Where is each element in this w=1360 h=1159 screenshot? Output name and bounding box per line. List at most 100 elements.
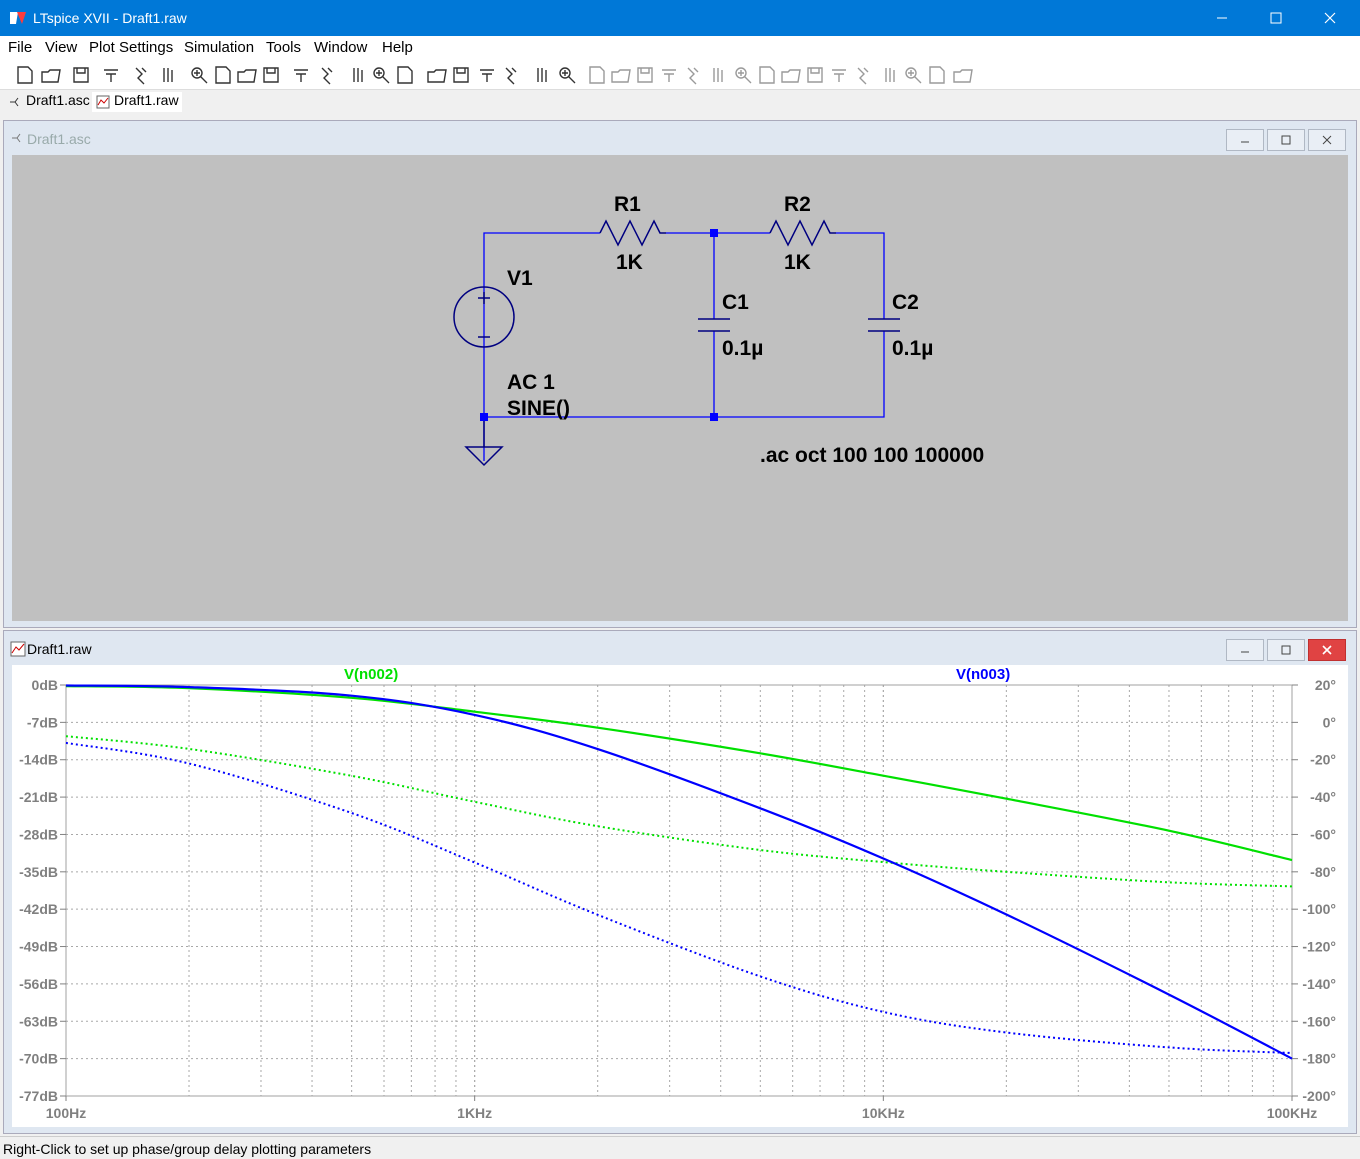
schematic-canvas[interactable]: R1 1K R2 1K C1 0.1µ C2 0.1µ V1 AC 1 SINE… <box>12 155 1348 621</box>
tile-vertical-button[interactable] <box>394 64 416 86</box>
autorange-button[interactable] <box>290 64 312 86</box>
save-button[interactable] <box>70 64 92 86</box>
minimize-button[interactable] <box>1196 0 1248 36</box>
grid-button[interactable] <box>316 64 338 86</box>
restore-icon <box>1281 645 1291 655</box>
maximize-button[interactable] <box>1250 0 1302 36</box>
trace-data-point <box>188 762 190 764</box>
r2-name[interactable]: R2 <box>784 193 811 216</box>
tab-label: Draft1.raw <box>114 92 179 108</box>
capacitor-button[interactable] <box>682 64 704 86</box>
menu-plot-settings[interactable]: Plot Settings <box>89 39 173 56</box>
tab-draft1-asc[interactable]: Draft1.asc <box>4 92 90 112</box>
waveform-close-button[interactable] <box>1308 639 1346 661</box>
undo-button[interactable] <box>828 64 850 86</box>
close-button[interactable] <box>1304 0 1356 36</box>
tile-horizontal-button[interactable] <box>346 64 368 86</box>
waveform-plot[interactable]: 0dB -7dB -14dB -21dB -28dB -35dB -42dB -49dB -56… <box>12 665 1348 1127</box>
zoom-out-icon <box>237 69 257 83</box>
print-setup-button[interactable] <box>556 64 578 86</box>
find-icon <box>505 67 517 85</box>
x-tick-label: 10KHz <box>862 1105 905 1121</box>
schematic-background <box>12 155 1348 621</box>
menu-file[interactable]: File <box>8 39 32 56</box>
ground-button[interactable] <box>610 64 632 86</box>
run-button[interactable] <box>130 64 152 86</box>
c2-value[interactable]: 0.1µ <box>892 337 933 360</box>
left-tick-label: -42dB <box>19 901 58 917</box>
print-button[interactable] <box>530 64 552 86</box>
r1-name[interactable]: R1 <box>614 193 641 216</box>
component-button[interactable] <box>756 64 778 86</box>
spice-directive-button[interactable] <box>952 64 974 86</box>
run-icon <box>135 67 147 85</box>
menu-help[interactable]: Help <box>382 39 413 56</box>
control-panel-button[interactable] <box>100 64 122 86</box>
halt-icon <box>163 68 173 82</box>
open-icon <box>41 69 61 83</box>
right-tick-label: -40° <box>1310 789 1336 805</box>
v1-sine-value[interactable]: SINE() <box>507 397 570 420</box>
waveform-minimize-button[interactable] <box>1226 639 1264 661</box>
mirror-button[interactable] <box>902 64 924 86</box>
waveform-icon <box>96 95 110 109</box>
trace-data-point <box>759 849 761 851</box>
trace-data-point <box>351 697 353 699</box>
text-button[interactable] <box>926 64 948 86</box>
halt-button[interactable] <box>156 64 178 86</box>
schematic-minimize-button[interactable] <box>1226 129 1264 151</box>
label-net-button[interactable] <box>634 64 656 86</box>
redo-button[interactable] <box>852 64 874 86</box>
trace-label-n003[interactable]: V(n003) <box>956 666 1010 683</box>
trace-data-point <box>1168 1046 1170 1048</box>
zoom-rect-button[interactable] <box>212 64 234 86</box>
r2-value[interactable]: 1K <box>784 251 811 274</box>
waveform-icon <box>10 641 26 657</box>
menu-simulation[interactable]: Simulation <box>184 39 254 56</box>
zoom-in-button[interactable] <box>188 64 210 86</box>
mdi-area: Draft1.asc R1 1K R2 1K C1 0.1µ C2 0.1µ V… <box>0 114 1360 1136</box>
schematic-restore-button[interactable] <box>1267 129 1305 151</box>
menu-window[interactable]: Window <box>314 39 367 56</box>
cut-button[interactable] <box>426 64 448 86</box>
inductor-button[interactable] <box>706 64 728 86</box>
c2-name[interactable]: C2 <box>892 291 919 314</box>
open-button[interactable] <box>40 64 62 86</box>
right-tick-label: -100° <box>1302 901 1336 917</box>
find-button[interactable] <box>500 64 522 86</box>
title-bar: LTspice XVII - Draft1.raw <box>0 0 1360 36</box>
c1-name[interactable]: C1 <box>722 291 749 314</box>
cascade-button[interactable] <box>370 64 392 86</box>
wire-button[interactable] <box>586 64 608 86</box>
autorange-icon <box>294 69 308 82</box>
schematic-close-button[interactable] <box>1308 129 1346 151</box>
move-icon <box>781 69 801 83</box>
trace-data-point <box>65 742 67 744</box>
new-schematic-button[interactable] <box>14 64 36 86</box>
schematic-icon <box>12 133 21 143</box>
r1-value[interactable]: 1K <box>616 251 643 274</box>
zoom-full-button[interactable] <box>260 64 282 86</box>
move-button[interactable] <box>780 64 802 86</box>
c1-value[interactable]: 0.1µ <box>722 337 763 360</box>
trace-data-point <box>474 801 476 803</box>
tab-draft1-raw[interactable]: Draft1.raw <box>92 92 182 112</box>
trace-label-n002[interactable]: V(n002) <box>344 666 398 683</box>
waveform-restore-button[interactable] <box>1267 639 1305 661</box>
menu-bar: File View Plot Settings Simulation Tools… <box>0 36 1360 60</box>
spice-directive[interactable]: .ac oct 100 100 100000 <box>760 444 984 467</box>
drag-button[interactable] <box>804 64 826 86</box>
diode-button[interactable] <box>732 64 754 86</box>
v1-ac-value[interactable]: AC 1 <box>507 371 555 394</box>
inductor-icon <box>713 68 723 82</box>
menu-view[interactable]: View <box>45 39 77 56</box>
zoom-out-button[interactable] <box>236 64 258 86</box>
schematic-window-titlebar: Draft1.asc <box>4 121 1356 155</box>
rotate-button[interactable] <box>878 64 900 86</box>
v1-name[interactable]: V1 <box>507 267 533 290</box>
resistor-button[interactable] <box>658 64 680 86</box>
copy-button[interactable] <box>450 64 472 86</box>
ltspice-app-icon <box>10 12 26 24</box>
menu-tools[interactable]: Tools <box>266 39 301 56</box>
paste-button[interactable] <box>476 64 498 86</box>
